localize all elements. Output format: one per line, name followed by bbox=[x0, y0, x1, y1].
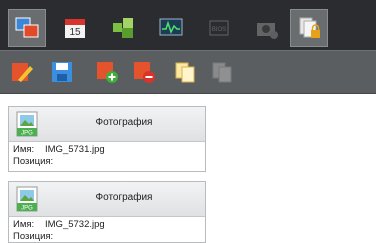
locked-pages-icon bbox=[299, 17, 320, 38]
calendar-icon: 15 bbox=[65, 19, 85, 38]
add-button[interactable] bbox=[92, 57, 122, 87]
top-tab-bar: 15 BIOS bbox=[0, 0, 376, 50]
tab-locked-pages[interactable] bbox=[290, 9, 328, 47]
tab-cubes[interactable] bbox=[104, 9, 142, 47]
jpg-file-icon: JPG bbox=[16, 186, 38, 212]
position-label: Позиция: bbox=[13, 231, 54, 242]
photo-card-header: JPG Фотография bbox=[9, 182, 205, 217]
floppy-disk-icon bbox=[52, 62, 72, 82]
bios-label: BIOS bbox=[212, 27, 226, 33]
jpg-file-icon: JPG bbox=[16, 111, 38, 137]
photo-card-title: Фотография bbox=[95, 192, 153, 203]
save-button[interactable] bbox=[47, 57, 77, 87]
photo-card-body: Имя: IMG_5731.jpg Позиция: bbox=[9, 142, 205, 171]
copy-pages-icon bbox=[175, 62, 195, 83]
photo-card[interactable]: JPG Фотография Имя: IMG_5731.jpg Позиция: bbox=[8, 106, 206, 172]
tab-camera[interactable] bbox=[248, 9, 286, 47]
camera-icon bbox=[257, 23, 278, 39]
remove-photo-icon bbox=[134, 62, 155, 83]
photo-card-body: Имя: IMG_5732.jpg Позиция: bbox=[9, 217, 205, 242]
cubes-icon bbox=[113, 18, 133, 38]
gallery-icon bbox=[15, 17, 39, 38]
paste-pages-icon bbox=[212, 62, 232, 83]
copy-button[interactable] bbox=[170, 57, 200, 87]
position-label: Позиция: bbox=[13, 156, 54, 167]
file-name: IMG_5732.jpg bbox=[45, 219, 105, 230]
bios-chip-icon: BIOS bbox=[209, 20, 229, 36]
tab-gallery[interactable] bbox=[8, 9, 46, 47]
remove-button[interactable] bbox=[129, 57, 159, 87]
tab-bios[interactable]: BIOS bbox=[200, 9, 238, 47]
name-label: Имя: bbox=[13, 219, 35, 230]
action-toolbar bbox=[0, 50, 376, 94]
tab-calendar[interactable]: 15 bbox=[56, 9, 94, 47]
photo-card[interactable]: JPG Фотография Имя: IMG_5732.jpg Позиция: bbox=[8, 181, 206, 243]
edit-pencil-icon bbox=[12, 63, 33, 82]
calendar-day: 15 bbox=[69, 27, 81, 38]
monitor-graph-icon bbox=[159, 18, 183, 36]
jpg-badge: JPG bbox=[21, 206, 33, 212]
photo-card-header: JPG Фотография bbox=[9, 107, 205, 142]
tab-monitor[interactable] bbox=[152, 9, 190, 47]
photo-card-title: Фотография bbox=[95, 117, 153, 128]
paste-button[interactable] bbox=[207, 57, 237, 87]
name-label: Имя: bbox=[13, 144, 35, 155]
file-name: IMG_5731.jpg bbox=[45, 144, 105, 155]
add-photo-icon bbox=[97, 62, 118, 83]
jpg-badge: JPG bbox=[21, 131, 33, 137]
edit-button[interactable] bbox=[7, 57, 37, 87]
